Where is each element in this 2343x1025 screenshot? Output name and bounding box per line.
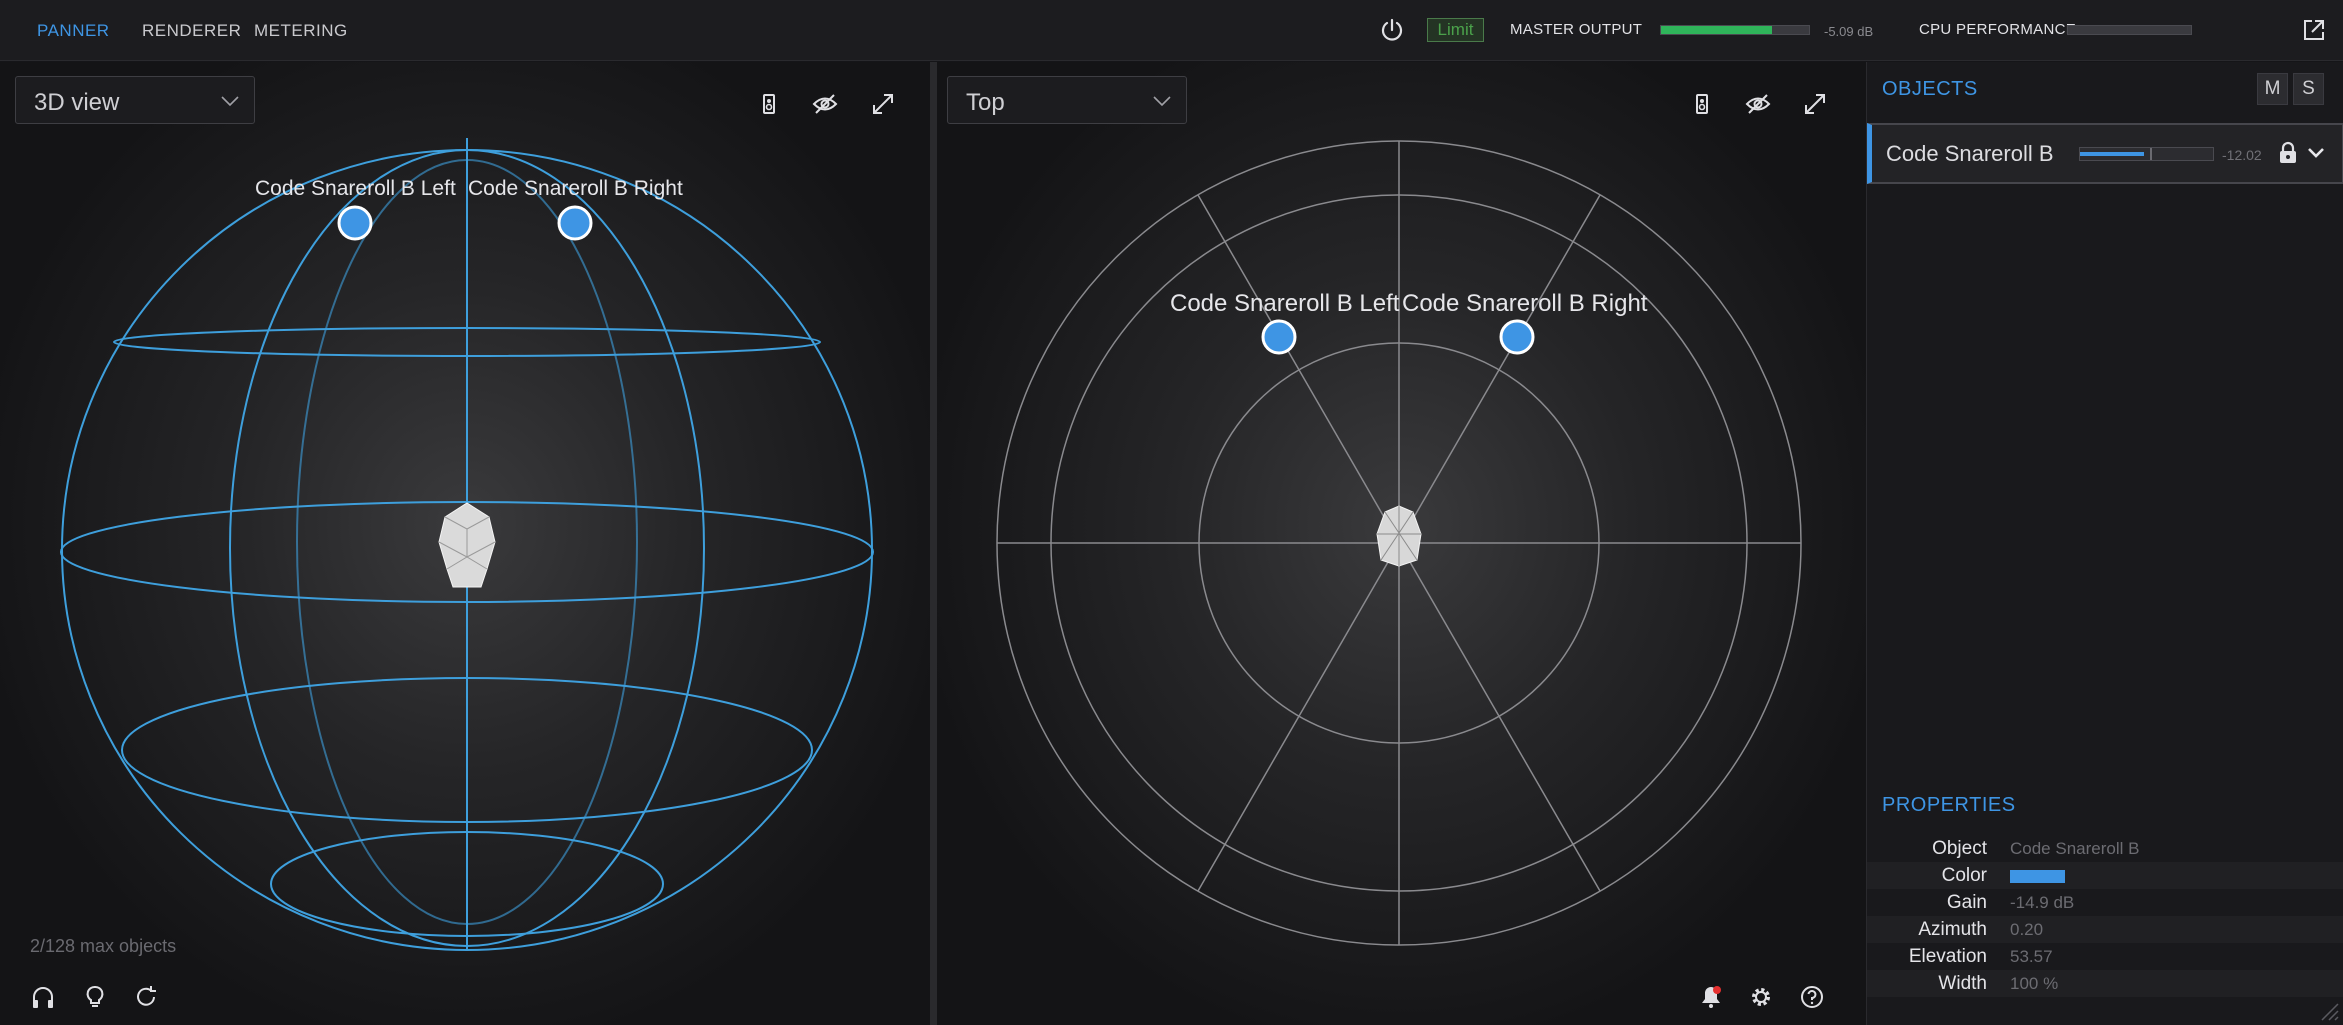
property-key: Gain: [1946, 892, 1987, 913]
property-value[interactable]: 100 %: [2010, 974, 2058, 994]
object-label-right-top[interactable]: Code Snareroll B Right: [1402, 290, 1647, 318]
property-value[interactable]: -14.9 dB: [2010, 893, 2074, 913]
resize-grip-icon[interactable]: [2317, 999, 2339, 1021]
panel-divider[interactable]: [930, 62, 937, 1025]
max-objects-counter: 2/128 max objects: [30, 936, 177, 956]
power-icon[interactable]: [1379, 17, 1405, 43]
mute-button[interactable]: M: [2257, 73, 2288, 105]
property-row-color: Color: [1867, 862, 2343, 889]
property-key: Elevation: [1908, 946, 1987, 967]
property-row-width: Width 100 %: [1867, 970, 2343, 997]
properties-title: PROPERTIES: [1882, 794, 2016, 816]
object-marker-right-top: [1499, 319, 1535, 355]
objects-title: OBJECTS: [1882, 78, 1978, 100]
gear-icon[interactable]: [1748, 984, 1774, 1010]
listener-head: [438, 502, 496, 588]
master-output-db: -5.09 dB: [1824, 24, 1874, 39]
property-key: Width: [1938, 973, 1987, 994]
headphones-icon[interactable]: [30, 984, 56, 1010]
property-row-elevation: Elevation 53.57: [1867, 943, 2343, 970]
object-level-meter: [2079, 147, 2214, 161]
master-output-label: MASTER OUTPUT: [1510, 21, 1643, 38]
cpu-performance-label: CPU PERFORMANCE: [1919, 21, 2077, 38]
property-value[interactable]: 53.57: [2010, 947, 2053, 967]
tab-metering[interactable]: METERING: [254, 21, 348, 41]
bulb-icon[interactable]: [82, 984, 108, 1010]
property-key: Azimuth: [1918, 919, 1987, 940]
view-top-panel[interactable]: Top Code Snareroll B Left Code Snareroll: [937, 62, 1866, 1025]
tab-panner[interactable]: PANNER: [37, 21, 110, 41]
object-level-db: -12.02: [2222, 147, 2262, 163]
help-icon[interactable]: [1799, 984, 1825, 1010]
object-marker-right: [557, 205, 593, 241]
solo-button[interactable]: S: [2293, 73, 2324, 105]
master-output-meter: [1660, 25, 1810, 35]
object-label-left-top[interactable]: Code Snareroll B Left: [1170, 290, 1399, 318]
object-marker-left-top: [1261, 319, 1297, 355]
popout-icon[interactable]: [2301, 17, 2327, 43]
object-level-marker: [2150, 148, 2152, 160]
listener-head-top: [1376, 505, 1422, 567]
object-row-name: Code Snareroll B: [1886, 141, 2054, 166]
object-level-fill: [2080, 152, 2144, 156]
refresh-icon[interactable]: [133, 984, 159, 1010]
property-row-azimuth: Azimuth 0.20: [1867, 916, 2343, 943]
bell-icon[interactable]: [1698, 984, 1724, 1010]
property-key: Color: [1941, 865, 1987, 886]
sidebar: OBJECTS M S Code Snareroll B -12.02 PROP…: [1866, 62, 2343, 1025]
property-value[interactable]: Code Snareroll B: [2010, 839, 2139, 859]
color-swatch[interactable]: [2010, 870, 2065, 883]
top-bar: PANNER RENDERER METERING Limit MASTER OU…: [0, 0, 2343, 61]
object-marker-left: [337, 205, 373, 241]
property-row-gain: Gain -14.9 dB: [1867, 889, 2343, 916]
cpu-meter: [2067, 25, 2192, 35]
chevron-down-icon[interactable]: [2306, 145, 2326, 161]
property-value[interactable]: 0.20: [2010, 920, 2043, 940]
object-label-left[interactable]: Code Snareroll B Left: [255, 177, 456, 201]
top-view-grid: [996, 140, 1802, 946]
view-3d-panel[interactable]: 3D view Code Snareroll B Left Code Snare…: [0, 62, 930, 1025]
property-row-object: Object Code Snareroll B: [1867, 835, 2343, 862]
object-label-right[interactable]: Code Snareroll B Right: [468, 177, 683, 201]
sphere-wireframe: [60, 138, 874, 951]
lock-icon[interactable]: [2278, 141, 2298, 165]
property-key: Object: [1932, 838, 1987, 859]
tab-renderer[interactable]: RENDERER: [142, 21, 241, 41]
object-row[interactable]: Code Snareroll B -12.02: [1867, 123, 2343, 184]
limit-toggle[interactable]: Limit: [1427, 18, 1484, 42]
master-output-fill: [1661, 26, 1772, 34]
